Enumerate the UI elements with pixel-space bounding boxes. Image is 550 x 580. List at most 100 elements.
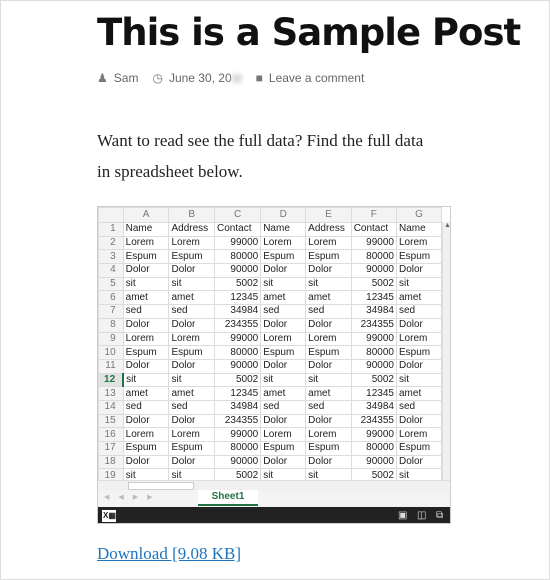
sheet-tab[interactable]: Sheet1 [198,490,258,506]
cell[interactable]: sed [122,399,170,415]
row-header[interactable]: 10 [98,345,124,360]
cell[interactable]: Lorem [168,427,216,442]
cell[interactable]: 5002 [350,372,397,388]
cell[interactable]: 99000 [214,235,262,251]
cell[interactable]: 99000 [350,235,397,251]
cell[interactable]: sit [305,372,352,388]
cell[interactable]: 90000 [350,358,397,374]
cell[interactable]: Dolor [260,358,307,374]
row-header[interactable]: 5 [98,276,124,292]
cell[interactable]: Address [168,222,216,237]
cell[interactable]: Espum [260,249,307,265]
cell[interactable]: sed [305,399,352,415]
cell[interactable]: amet [260,386,307,401]
cell[interactable]: 80000 [214,249,262,265]
cell[interactable]: Espum [305,441,352,456]
cell[interactable]: 34984 [350,304,397,319]
row-header[interactable]: 6 [98,290,124,306]
cell[interactable]: 90000 [214,358,262,374]
cell[interactable]: 12345 [350,290,397,306]
row-header[interactable]: 2 [98,235,124,251]
cell[interactable]: 80000 [350,345,397,360]
cell[interactable]: Lorem [168,235,216,251]
cell[interactable]: sit [395,372,442,388]
cell[interactable]: 99000 [214,331,262,347]
row-header[interactable]: 7 [98,304,124,319]
cell[interactable]: Lorem [168,331,216,347]
cell[interactable]: Dolor [260,454,307,470]
cell[interactable]: sed [168,399,216,415]
cell[interactable]: sit [395,276,442,292]
cell[interactable]: Espum [305,249,352,265]
row-header[interactable]: 11 [98,358,124,374]
row-header[interactable]: 9 [98,331,124,347]
row-header[interactable]: 4 [98,263,124,278]
cell[interactable]: 5002 [350,276,397,292]
cell[interactable]: 99000 [214,427,262,442]
cell[interactable]: sit [168,372,216,388]
cell[interactable]: Lorem [305,427,352,442]
view-icon[interactable]: ◫ [417,510,427,521]
fullscreen-icon[interactable]: ⧉ [436,510,446,521]
row-header[interactable]: 12 [98,372,125,388]
cell[interactable]: Espum [168,441,216,456]
cell[interactable]: sit [260,468,307,480]
cell[interactable]: Lorem [122,331,170,347]
cell[interactable]: Dolor [260,317,307,333]
cell[interactable]: 234355 [214,413,262,429]
cell[interactable]: Dolor [122,317,170,333]
vertical-scrollbar[interactable]: ▲ [442,222,450,480]
cell[interactable]: 34984 [214,399,262,415]
cell[interactable]: sed [395,304,442,319]
comment-link[interactable]: ■ Leave a comment [256,71,365,85]
cell[interactable]: Dolor [122,413,170,429]
column-header[interactable]: A [122,207,170,223]
cell[interactable]: Name [260,222,307,237]
cell[interactable]: Espum [168,345,216,360]
cell[interactable]: sit [168,468,216,480]
cell[interactable]: Lorem [122,427,170,442]
cell[interactable]: Dolor [395,263,442,278]
cell[interactable]: 90000 [350,263,397,278]
cell[interactable]: Espum [122,441,170,456]
column-header[interactable]: B [168,207,216,223]
cell[interactable]: 80000 [214,441,262,456]
cell[interactable]: sit [260,372,307,388]
row-header[interactable]: 3 [98,249,124,265]
cell[interactable]: sed [168,304,216,319]
cell[interactable]: Lorem [305,331,352,347]
cell[interactable]: Dolor [168,263,216,278]
cell[interactable]: sed [260,399,307,415]
cell[interactable]: sit [122,372,170,388]
post-date[interactable]: ◷ June 30, 20 [152,71,242,85]
cell[interactable]: Contact [350,222,397,237]
cell[interactable]: Name [122,222,170,237]
cell[interactable]: sit [122,276,170,292]
cell[interactable]: Dolor [305,358,352,374]
cell[interactable]: Dolor [260,413,307,429]
cell[interactable]: sit [260,276,307,292]
row-header[interactable]: 15 [98,413,124,429]
cell[interactable]: Dolor [260,263,307,278]
column-header[interactable]: D [260,207,307,223]
cell[interactable]: Dolor [305,317,352,333]
cell[interactable]: sed [260,304,307,319]
cell[interactable]: 99000 [350,331,397,347]
row-header[interactable]: 1 [98,222,124,237]
cell[interactable]: Espum [260,345,307,360]
cell[interactable]: Name [395,222,442,237]
cell[interactable]: 234355 [350,413,397,429]
cell[interactable]: 99000 [350,427,397,442]
row-header[interactable]: 19 [98,468,124,480]
cell[interactable]: Espum [395,441,442,456]
cell[interactable]: 5002 [214,276,262,292]
cell[interactable]: Dolor [168,454,216,470]
cell[interactable]: Espum [305,345,352,360]
download-link[interactable]: Download [9.08 KB] [97,544,241,564]
scroll-thumb[interactable] [128,482,194,490]
cell[interactable]: 90000 [214,263,262,278]
cell[interactable]: amet [305,290,352,306]
cell[interactable]: 234355 [350,317,397,333]
cell[interactable]: sed [305,304,352,319]
column-header[interactable]: E [305,207,352,223]
